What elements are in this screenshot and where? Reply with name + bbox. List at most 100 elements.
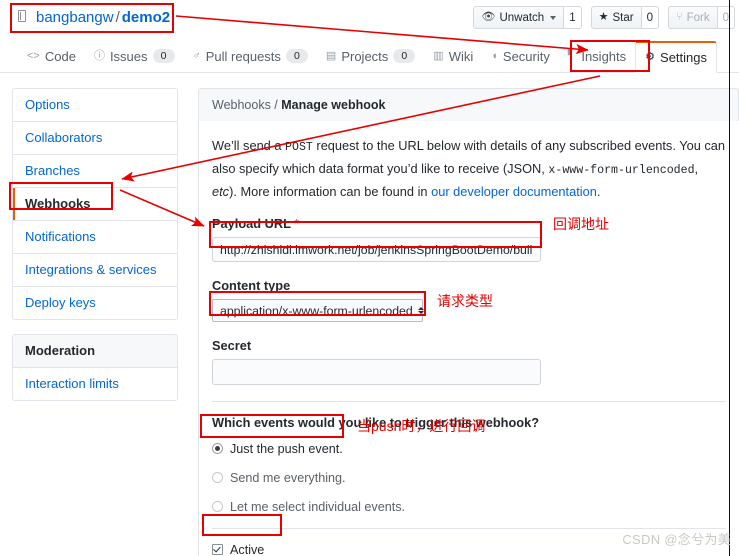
secret-label: Secret	[212, 338, 252, 353]
sidebar-item-notifications[interactable]: Notifications	[13, 221, 177, 254]
watch-button-group: 👁 Unwatch 1	[473, 6, 582, 29]
webhook-form: We’ll send a POST request to the URL bel…	[198, 121, 739, 556]
star-label: Star	[612, 11, 634, 24]
book-icon: ▥	[433, 49, 444, 62]
screenshot-root: bangbangw / demo2 👁 Unwatch 1 ★ Star 0 ⑂…	[0, 0, 739, 556]
sidebar-item-interaction-limits[interactable]: Interaction limits	[13, 368, 177, 400]
watch-count[interactable]: 1	[564, 6, 582, 29]
sidebar-item-collaborators[interactable]: Collaborators	[13, 122, 177, 155]
intro-mono-urlencoded: x-www-form-urlencoded	[548, 164, 695, 177]
tab-insights[interactable]: ▘ Insights	[559, 40, 635, 72]
shield-icon: ◖	[491, 49, 498, 62]
events-question: Which events would you like to trigger t…	[212, 415, 540, 430]
chevron-down-icon	[550, 15, 557, 20]
repo-separator: /	[115, 9, 120, 26]
csdn-watermark: CSDN @念兮为美	[622, 532, 731, 547]
star-icon: ★	[598, 11, 609, 23]
secret-field: Secret	[212, 338, 726, 385]
content-type-field: Content type application/x-www-form-urle…	[212, 278, 726, 322]
form-divider-events	[212, 401, 726, 402]
intro-mono-post: POST	[285, 141, 313, 154]
gear-icon: ⚙	[645, 51, 656, 63]
tab-pull-requests-count: 0	[285, 49, 308, 63]
tab-projects[interactable]: ▤ Projects 0	[317, 40, 424, 72]
tab-security[interactable]: ◖ Security	[482, 40, 559, 72]
intro-part-4: ). More information can be found in	[229, 184, 432, 199]
tab-projects-label: Projects	[341, 48, 389, 64]
intro-part-1: We’ll send a	[212, 138, 286, 153]
fork-label: Fork	[686, 11, 710, 24]
tab-issues[interactable]: ⓘ Issues 0	[85, 40, 184, 72]
intro-part-3: ,	[694, 161, 699, 176]
screenshot-edge-line	[729, 0, 730, 556]
sidebar-moderation-header: Moderation	[13, 335, 177, 368]
sidebar-group-main: Options Collaborators Branches Webhooks …	[12, 88, 178, 320]
repo-name-link[interactable]: demo2	[122, 9, 170, 26]
tab-settings-label: Settings	[660, 50, 708, 65]
tab-pull-requests[interactable]: ♂ Pull requests 0	[184, 40, 317, 72]
tab-projects-count: 0	[393, 49, 416, 63]
secret-input[interactable]	[212, 359, 541, 385]
radio-select-individual[interactable]: Let me select individual events.	[212, 499, 726, 515]
git-pull-request-icon: ♂	[192, 49, 201, 62]
repo-owner-link[interactable]: bangbangw	[36, 9, 114, 26]
payload-url-field: Payload URL *	[212, 216, 726, 262]
payload-url-input[interactable]	[212, 237, 541, 262]
star-button-group: ★ Star 0	[590, 6, 659, 29]
select-arrows-icon	[417, 307, 424, 314]
eye-icon: 👁	[481, 11, 496, 23]
radio-send-everything[interactable]: Send me everything.	[212, 470, 726, 486]
unwatch-button[interactable]: 👁 Unwatch	[473, 6, 565, 29]
tab-wiki[interactable]: ▥ Wiki	[424, 40, 482, 72]
project-board-icon: ▤	[325, 49, 337, 62]
tab-issues-label: Issues	[109, 48, 148, 64]
star-button[interactable]: ★ Star	[590, 6, 642, 29]
webhook-intro-text: We’ll send a POST request to the URL bel…	[212, 135, 726, 202]
radio-just-push-event-label: Just the push event.	[230, 442, 343, 456]
fork-button[interactable]: ⑂ Fork	[667, 6, 718, 29]
tab-security-label: Security	[502, 48, 550, 64]
code-icon: <>	[27, 49, 40, 62]
sidebar-item-options[interactable]: Options	[13, 89, 177, 122]
sidebar-item-deploy-keys[interactable]: Deploy keys	[13, 287, 177, 319]
tab-code[interactable]: <> Code	[18, 40, 85, 72]
breadcrumb-parent[interactable]: Webhooks /	[212, 98, 278, 112]
fork-count[interactable]: 0	[717, 6, 735, 29]
tab-pull-requests-label: Pull requests	[205, 48, 281, 64]
sidebar-item-integrations-services[interactable]: Integrations & services	[13, 254, 177, 287]
content-type-select[interactable]: application/x-www-form-urlencoded	[212, 299, 424, 322]
tab-code-label: Code	[44, 48, 76, 64]
fork-icon: ⑂	[675, 11, 683, 23]
content-type-label: Content type	[212, 278, 291, 293]
tab-insights-label: Insights	[581, 48, 627, 64]
webhook-panel: Webhooks / Manage webhook We’ll send a P…	[198, 88, 739, 556]
fork-button-group: ⑂ Fork 0	[667, 6, 735, 29]
radio-indicator-everything[interactable]	[212, 472, 223, 483]
developer-documentation-link[interactable]: our developer documentation	[431, 184, 597, 199]
unwatch-label: Unwatch	[499, 11, 545, 24]
sidebar-group-moderation: Moderation Interaction limits	[12, 334, 178, 401]
radio-select-individual-label: Let me select individual events.	[230, 500, 406, 514]
repo-social-actions: 👁 Unwatch 1 ★ Star 0 ⑂ Fork 0	[464, 6, 735, 29]
graph-icon: ▘	[567, 49, 577, 62]
radio-indicator-push[interactable]	[212, 443, 223, 454]
breadcrumb-current: Manage webhook	[281, 98, 386, 112]
tab-settings[interactable]: ⚙ Settings	[635, 41, 718, 73]
payload-url-label-text: Payload URL	[212, 216, 291, 231]
payload-url-label: Payload URL *	[212, 216, 726, 231]
radio-just-push-event[interactable]: Just the push event.	[212, 441, 726, 457]
repo-header: bangbangw / demo2 👁 Unwatch 1 ★ Star 0 ⑂…	[0, 0, 739, 40]
settings-sidebar: Options Collaborators Branches Webhooks …	[12, 88, 178, 415]
tab-wiki-label: Wiki	[448, 48, 474, 64]
sidebar-item-webhooks[interactable]: Webhooks	[13, 188, 177, 221]
content-type-selected-value: application/x-www-form-urlencoded	[220, 303, 413, 318]
repo-nav-tabs: <> Code ⓘ Issues 0 ♂ Pull requests 0 ▤ P…	[0, 40, 739, 73]
repo-icon	[18, 10, 31, 24]
sidebar-item-branches[interactable]: Branches	[13, 155, 177, 188]
radio-indicator-individual[interactable]	[212, 501, 223, 512]
checkbox-active-label: Active	[230, 543, 265, 556]
star-count[interactable]: 0	[641, 6, 659, 29]
checkbox-indicator-active[interactable]	[212, 544, 223, 555]
intro-em-etc: etc	[212, 184, 230, 199]
repo-breadcrumb: bangbangw / demo2	[18, 8, 170, 28]
